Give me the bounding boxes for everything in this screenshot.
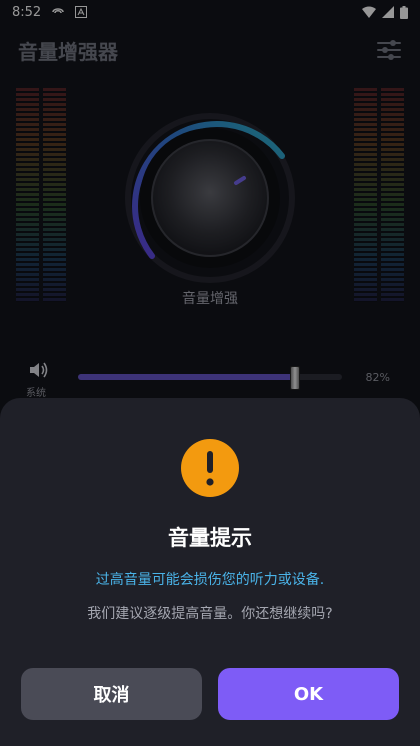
warning-icon bbox=[181, 439, 239, 497]
dialog-description: 我们建议逐级提高音量。你还想继续吗? bbox=[87, 606, 333, 622]
volume-warning-sheet: 音量提示 过高音量可能会损伤您的听力或设备. 我们建议逐级提高音量。你还想继续吗… bbox=[0, 398, 420, 746]
dialog-title: 音量提示 bbox=[168, 526, 252, 550]
cancel-button[interactable]: 取消 bbox=[21, 668, 202, 720]
dialog-warning-text: 过高音量可能会损伤您的听力或设备. bbox=[95, 572, 325, 588]
ok-button[interactable]: OK bbox=[218, 668, 399, 720]
